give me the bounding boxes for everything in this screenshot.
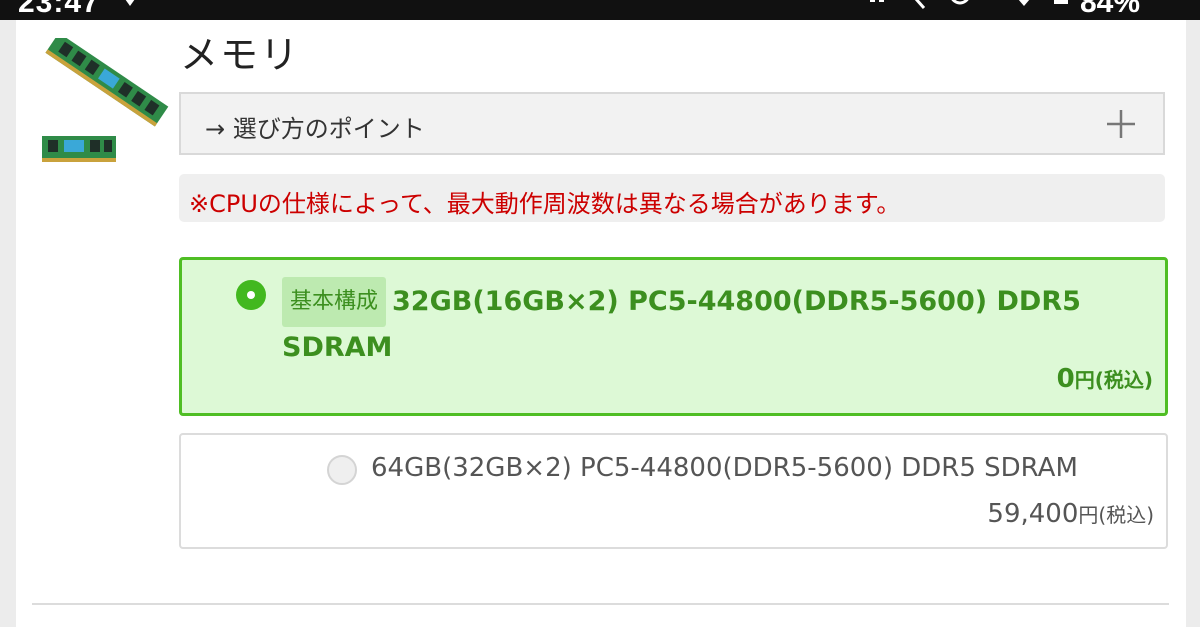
selection-guide-label: → 選び方のポイント (205, 115, 425, 143)
tax-label: (税込) (1098, 503, 1154, 527)
price-value: 0 (1056, 364, 1075, 394)
memory-option-32gb[interactable]: 基本構成 32GB(16GB×2) PC5-44800(DDR5-5600) DD… (179, 257, 1168, 416)
price-value: 59,400 (987, 499, 1079, 529)
plus-icon[interactable] (1105, 108, 1137, 140)
wifi-icon (1018, 0, 1030, 6)
alarm-icon (951, 0, 969, 5)
selection-guide-toggle[interactable]: → 選び方のポイント (179, 92, 1165, 155)
tax-label: (税込) (1094, 368, 1153, 392)
radio-unselected[interactable] (327, 455, 357, 485)
radio-selected[interactable] (236, 280, 266, 310)
default-config-badge: 基本構成 (282, 277, 387, 327)
cpu-note: ※CPUの仕様によって、最大動作周波数は異なる場合があります。 (179, 174, 1165, 222)
battery-percent: 84% (1080, 0, 1141, 19)
battery-icon (1054, 0, 1068, 4)
price-unit: 円 (1078, 503, 1099, 527)
no-data-icon (914, 0, 926, 9)
status-time: 23:47 (18, 0, 100, 19)
section-divider (32, 603, 1169, 605)
memory-option-64gb[interactable]: 64GB(32GB×2) PC5-44800(DDR5-5600) DDR5 S… (179, 433, 1168, 549)
option-name-text: 32GB(16GB×2) PC5-44800(DDR5-5600) DDR5 S… (282, 286, 1081, 363)
option-price: 0円(税込) (1057, 364, 1153, 394)
signal-icon (125, 0, 135, 6)
status-bar: 23:47 84% (0, 0, 1200, 20)
vibrate-icon (870, 0, 884, 2)
option-price: 59,400円(税込) (987, 499, 1154, 529)
option-name-text: 64GB(32GB×2) PC5-44800(DDR5-5600) DDR5 S… (371, 453, 1078, 483)
section-title: メモリ (180, 33, 301, 77)
memory-section: メモリ → 選び方のポイント ※CPUの仕様によって、最大動作周波数は異なる場合… (16, 20, 1186, 627)
memory-module-image (42, 38, 169, 162)
option-name: 基本構成 32GB(16GB×2) PC5-44800(DDR5-5600) DD… (282, 277, 1082, 369)
price-unit: 円 (1074, 368, 1095, 392)
